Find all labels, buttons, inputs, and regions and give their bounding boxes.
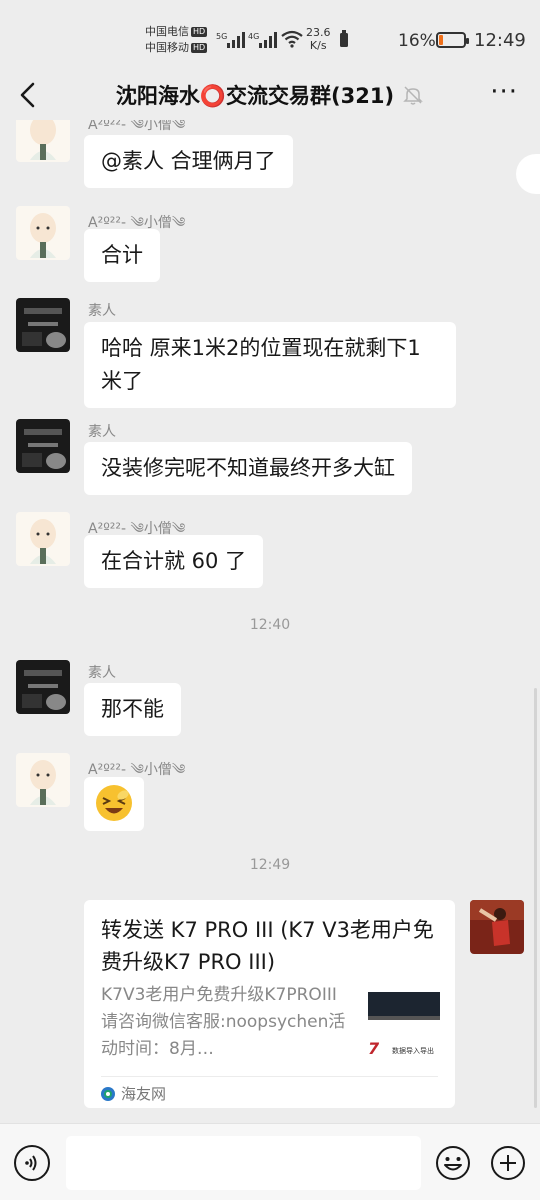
avatar[interactable]: [16, 206, 70, 260]
carrier-1: 中国电信: [145, 25, 189, 38]
scrollbar[interactable]: [534, 688, 537, 1108]
sender-name: 素人: [88, 665, 116, 681]
message-bubble[interactable]: 在合计就 60 了: [84, 535, 264, 588]
laughing-emoji-icon: [96, 785, 132, 821]
carrier-info: 中国电信 HD 中国移动 HD: [145, 24, 208, 56]
chat-header: 沈阳海水⭕交流交易群(321) ···: [0, 70, 540, 120]
sender-name: 素人: [88, 424, 116, 440]
message-bubble[interactable]: 哈哈 原来1米2的位置现在就剩下1米了: [84, 322, 456, 408]
link-card-source-name: 海友网: [121, 1085, 167, 1103]
thumb-brand: 7: [368, 1039, 380, 1058]
battery-icon: [436, 32, 469, 48]
chat-title: 沈阳海水⭕交流交易群(321): [115, 84, 395, 108]
shared-link-card[interactable]: 转发送 K7 PRO III (K7 V3老用户免费升级K7 PRO III) …: [84, 900, 455, 1108]
avatar[interactable]: [16, 298, 70, 352]
message-list[interactable]: A²º²²- ༄小僧༄ @素人 合理俩月了 A²º²²- ༄小僧༄ 合计 素人 …: [0, 120, 540, 1123]
input-bar: [0, 1123, 540, 1200]
avatar[interactable]: [16, 753, 70, 807]
signal-4g-label: 4G: [248, 32, 259, 41]
time-separator: 12:49: [249, 857, 291, 873]
hd-badge: HD: [191, 27, 208, 37]
network-speed-value: 23.6: [306, 26, 331, 39]
message-bubble[interactable]: 合计: [84, 229, 160, 282]
more-actions-button[interactable]: [490, 1145, 526, 1181]
avatar[interactable]: [16, 419, 70, 473]
message-input[interactable]: [66, 1136, 421, 1190]
link-card-description: K7V3老用户免费升级K7PROIII请咨询微信客服:noopsychen活动时…: [101, 985, 346, 1059]
network-speed-unit: K/s: [309, 39, 327, 52]
source-logo-icon: [101, 1086, 115, 1101]
hd-badge: HD: [191, 43, 208, 53]
message-bubble[interactable]: @素人 合理俩月了: [84, 135, 293, 188]
more-options-button[interactable]: ···: [490, 79, 518, 105]
link-card-title: 转发送 K7 PRO III (K7 V3老用户免费升级K7 PRO III): [101, 918, 434, 974]
signal-5g-label: 5G: [216, 32, 227, 41]
link-card-thumbnail: 7 数据导入导出: [368, 992, 440, 1064]
smiley-icon: [436, 1146, 470, 1180]
voice-icon: [25, 1155, 37, 1171]
side-float-button[interactable]: [516, 154, 540, 194]
my-avatar[interactable]: [470, 900, 524, 954]
plus-icon: [491, 1146, 525, 1180]
avatar[interactable]: [16, 660, 70, 714]
message-bubble[interactable]: 没装修完呢不知道最终开多大缸: [84, 442, 412, 495]
signal-5g-icon: 5G: [216, 32, 245, 48]
avatar[interactable]: [16, 512, 70, 566]
mute-bell-icon: [403, 86, 423, 105]
sender-name: 素人: [88, 303, 116, 319]
status-time: 12:49: [474, 30, 526, 51]
voice-input-button[interactable]: [14, 1145, 50, 1181]
status-bar: 中国电信 HD 中国移动 HD 5G 4G 23.6 K/s 16% 12:49: [0, 0, 540, 70]
battery-level-fill: [439, 35, 443, 45]
emoji-button[interactable]: [435, 1145, 471, 1181]
thumb-caption: 数据导入导出: [392, 1046, 434, 1055]
battery-percentage: 16%: [398, 31, 436, 51]
signal-4g-icon: 4G: [248, 32, 277, 48]
network-speed: 23.6 K/s: [306, 26, 331, 52]
avatar[interactable]: [16, 120, 70, 162]
sim-battery-icon: [340, 30, 348, 47]
message-bubble[interactable]: 那不能: [84, 683, 181, 736]
carrier-2: 中国移动: [145, 41, 189, 54]
link-card-source: 海友网: [101, 1083, 166, 1104]
message-bubble[interactable]: [84, 777, 144, 831]
wifi-icon: [281, 30, 303, 48]
time-separator: 12:40: [249, 617, 291, 633]
